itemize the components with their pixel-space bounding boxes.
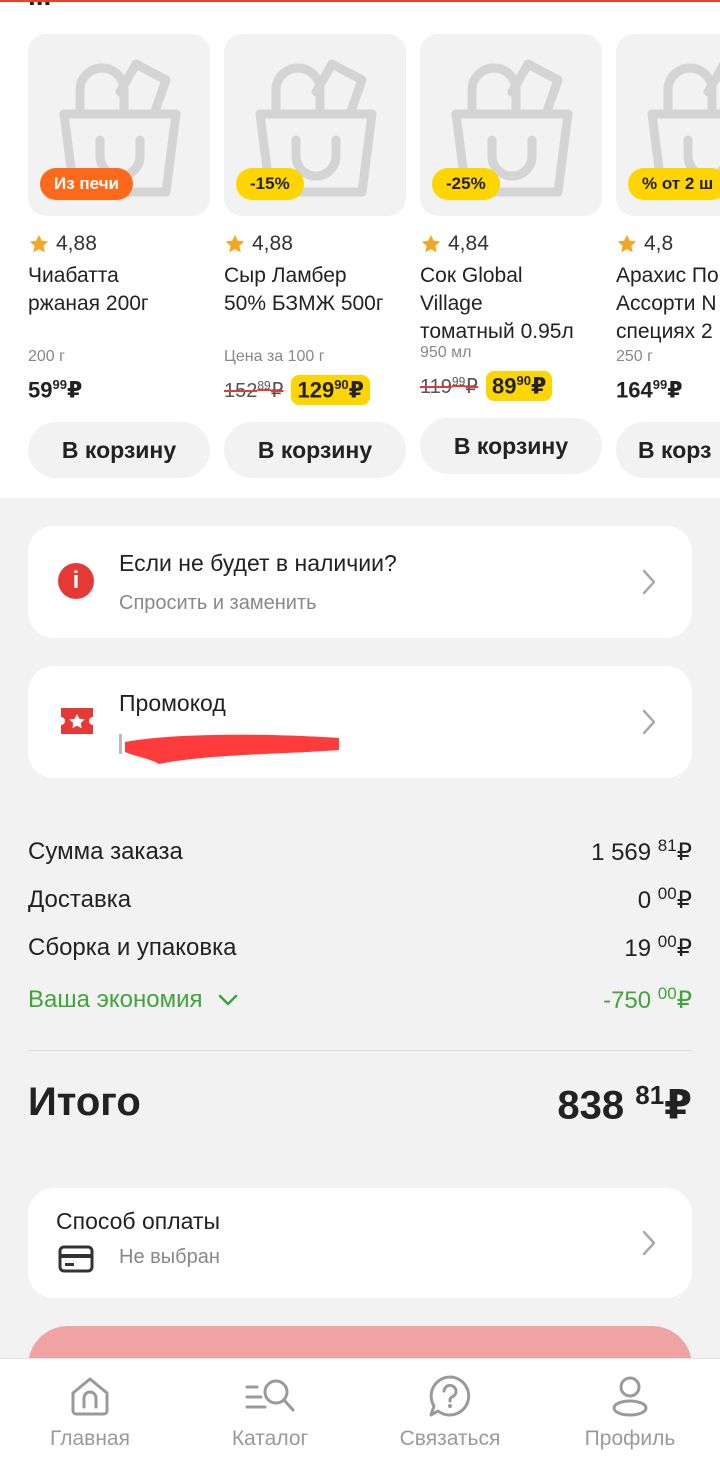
product-rating: 4,88 bbox=[28, 230, 210, 258]
order-sum-label: Сумма заказа bbox=[28, 838, 183, 865]
rating-value: 4,84 bbox=[448, 232, 489, 255]
delivery-value: 0 00₽ bbox=[637, 884, 692, 914]
add-to-cart-button[interactable]: В корзину bbox=[28, 422, 210, 478]
star-icon bbox=[421, 234, 441, 253]
home-icon bbox=[71, 1377, 109, 1416]
credit-card-icon bbox=[58, 1245, 94, 1273]
out-of-stock-choice: Спросить и заменить bbox=[119, 592, 317, 614]
recommended-products-section: ... Из печи 4,88 Чиабатта ржаная 200г 20… bbox=[0, 2, 720, 498]
current-price: 16499₽ bbox=[616, 376, 683, 403]
promo-code-row[interactable]: Промокод bbox=[28, 666, 692, 778]
packing-row: Сборка и упаковка 19 00₽ bbox=[28, 928, 692, 968]
product-rating: 4,84 bbox=[420, 230, 602, 258]
product-unit-note: Цена за 100 г bbox=[224, 348, 325, 365]
chevron-right-icon bbox=[642, 709, 656, 735]
packing-value: 19 00₽ bbox=[624, 932, 692, 962]
product-card[interactable]: % от 2 ш 4,8 Арахис По Ассорти N специях… bbox=[616, 34, 720, 478]
payment-method-value: Не выбран bbox=[119, 1246, 220, 1268]
product-badge: Из печи bbox=[40, 168, 134, 200]
product-name[interactable]: Чиабатта ржаная 200г bbox=[28, 262, 210, 346]
ticket-icon bbox=[61, 708, 93, 734]
add-to-cart-button[interactable]: В корз bbox=[616, 422, 720, 478]
promo-code-title: Промокод bbox=[119, 690, 226, 716]
product-weight: 200 г bbox=[28, 348, 65, 365]
out-of-stock-option[interactable]: i Если не будет в наличии? Спросить и за… bbox=[28, 526, 692, 638]
product-image-placeholder[interactable]: Из печи bbox=[28, 34, 210, 216]
sale-price: 8990₽ bbox=[485, 370, 553, 402]
product-name[interactable]: Сок Global Village томатный 0.95л bbox=[420, 262, 602, 346]
savings-row[interactable]: Ваша экономия -750 00₽ bbox=[28, 980, 692, 1020]
tab-catalog[interactable]: Каталог bbox=[180, 1359, 360, 1472]
product-price: 5999₽ bbox=[28, 372, 210, 408]
product-image-placeholder[interactable]: % от 2 ш bbox=[616, 34, 720, 216]
product-rating: 4,8 bbox=[616, 230, 720, 258]
sale-price: 12990₽ bbox=[291, 374, 370, 406]
rating-value: 4,88 bbox=[56, 232, 97, 255]
discount-badge: -15% bbox=[236, 168, 304, 200]
tab-contact-label: Связаться bbox=[399, 1427, 501, 1450]
packing-label: Сборка и упаковка bbox=[28, 934, 237, 961]
product-weight: 950 мл bbox=[420, 344, 472, 361]
chevron-right-icon bbox=[642, 1230, 656, 1256]
tab-contact[interactable]: Связаться bbox=[360, 1359, 540, 1472]
star-icon bbox=[617, 234, 637, 253]
rating-value: 4,8 bbox=[644, 232, 674, 255]
tab-home-label: Главная bbox=[50, 1427, 130, 1450]
product-price: 15289₽ 12990₽ bbox=[224, 372, 406, 408]
add-to-cart-button[interactable]: В корзину bbox=[224, 422, 406, 478]
star-icon bbox=[225, 234, 245, 253]
tab-home[interactable]: Главная bbox=[0, 1359, 180, 1472]
promo-badge: % от 2 ш bbox=[628, 168, 720, 200]
bottom-navigation: Главная Каталог Связаться Профиль bbox=[0, 1358, 720, 1472]
catalog-search-icon bbox=[245, 1379, 295, 1412]
product-card[interactable]: -25% 4,84 Сок Global Village томатный 0.… bbox=[420, 34, 602, 478]
section-title: ... bbox=[28, 2, 51, 12]
product-weight: 250 г bbox=[616, 348, 653, 365]
profile-icon bbox=[612, 1376, 648, 1417]
alert-info-icon: i bbox=[58, 563, 94, 599]
product-price: 11999₽ 8990₽ bbox=[420, 368, 602, 404]
product-card[interactable]: Из печи 4,88 Чиабатта ржаная 200г 200 г … bbox=[28, 34, 210, 478]
tab-profile[interactable]: Профиль bbox=[540, 1359, 720, 1472]
total-value: 838 81₽ bbox=[557, 1080, 692, 1128]
tab-profile-label: Профиль bbox=[584, 1427, 676, 1450]
savings-value: -750 00₽ bbox=[603, 984, 692, 1014]
star-icon bbox=[29, 234, 49, 253]
divider bbox=[28, 1050, 692, 1051]
product-name[interactable]: Сыр Ламбер 50% БЗМЖ 500г bbox=[224, 262, 406, 346]
old-price: 15289₽ bbox=[224, 377, 284, 402]
tab-catalog-label: Каталог bbox=[231, 1427, 309, 1450]
chevron-down-icon bbox=[218, 994, 238, 1006]
order-sum-row: Сумма заказа 1 569 81₽ bbox=[28, 832, 692, 872]
delivery-label: Доставка bbox=[28, 886, 132, 913]
product-image-placeholder[interactable]: -25% bbox=[420, 34, 602, 216]
rating-value: 4,88 bbox=[252, 232, 293, 255]
chevron-right-icon bbox=[642, 569, 656, 595]
redacted-promo-code bbox=[119, 734, 339, 764]
order-sum-value: 1 569 81₽ bbox=[591, 836, 692, 866]
product-card[interactable]: -15% 4,88 Сыр Ламбер 50% БЗМЖ 500г Цена … bbox=[224, 34, 406, 478]
products-carousel[interactable]: Из печи 4,88 Чиабатта ржаная 200г 200 г … bbox=[28, 34, 720, 478]
savings-toggle[interactable]: Ваша экономия bbox=[28, 986, 239, 1014]
total-label: Итого bbox=[28, 1080, 141, 1124]
old-price: 11999₽ bbox=[420, 373, 478, 398]
help-question-icon bbox=[429, 1375, 471, 1417]
out-of-stock-title: Если не будет в наличии? bbox=[119, 550, 397, 576]
current-price: 5999₽ bbox=[28, 376, 83, 403]
add-to-cart-button[interactable]: В корзину bbox=[420, 418, 602, 474]
payment-method-row[interactable]: Способ оплаты Не выбран bbox=[28, 1188, 692, 1298]
product-image-placeholder[interactable]: -15% bbox=[224, 34, 406, 216]
discount-badge: -25% bbox=[432, 168, 500, 200]
product-name[interactable]: Арахис По Ассорти N специях 2 bbox=[616, 262, 720, 346]
product-price: 16499₽ bbox=[616, 372, 720, 408]
delivery-row: Доставка 0 00₽ bbox=[28, 880, 692, 920]
payment-method-title: Способ оплаты bbox=[56, 1208, 220, 1234]
product-rating: 4,88 bbox=[224, 230, 406, 258]
